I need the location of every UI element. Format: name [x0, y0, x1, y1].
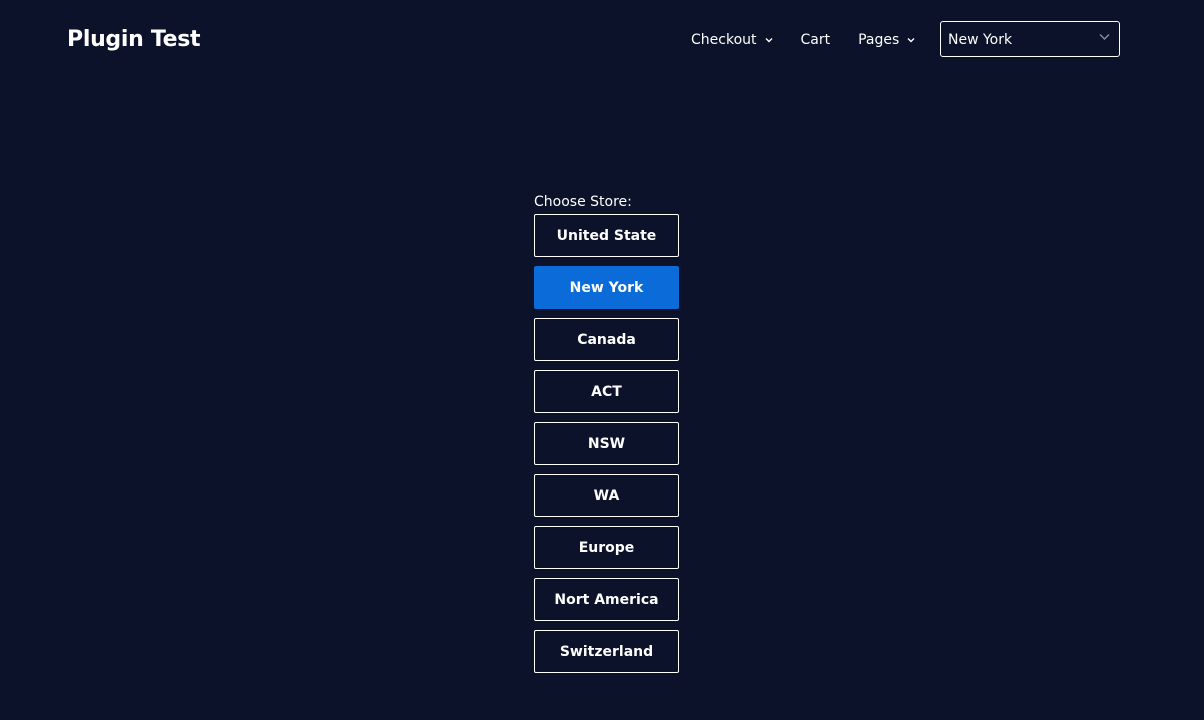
choose-store-label: Choose Store: — [534, 194, 632, 210]
store-chooser: Choose Store: United State New York Cana… — [534, 192, 679, 682]
chevron-down-icon — [764, 35, 774, 45]
store-button-new-york[interactable]: New York — [534, 266, 679, 309]
store-button-wa[interactable]: WA — [534, 474, 679, 517]
nav-item-pages[interactable]: Pages — [858, 28, 916, 52]
main-nav: Checkout Cart Pages — [691, 28, 916, 52]
site-header: Plugin Test Checkout Cart Pages New York — [0, 0, 1204, 80]
site-title[interactable]: Plugin Test — [67, 26, 201, 54]
nav-item-checkout[interactable]: Checkout — [691, 28, 774, 52]
store-button-united-state[interactable]: United State — [534, 214, 679, 257]
store-button-act[interactable]: ACT — [534, 370, 679, 413]
store-button-canada[interactable]: Canada — [534, 318, 679, 361]
nav-item-cart[interactable]: Cart — [801, 28, 831, 52]
chevron-down-icon — [1099, 33, 1110, 41]
store-button-nort-america[interactable]: Nort America — [534, 578, 679, 621]
store-button-nsw[interactable]: NSW — [534, 422, 679, 465]
nav-item-label: Pages — [858, 32, 900, 48]
chevron-down-icon — [906, 35, 916, 45]
store-select[interactable]: New York — [940, 21, 1120, 57]
store-button-switzerland[interactable]: Switzerland — [534, 630, 679, 673]
store-select-value: New York — [948, 32, 1013, 48]
store-button-europe[interactable]: Europe — [534, 526, 679, 569]
nav-item-label: Cart — [800, 32, 831, 48]
nav-item-label: Checkout — [691, 32, 757, 48]
